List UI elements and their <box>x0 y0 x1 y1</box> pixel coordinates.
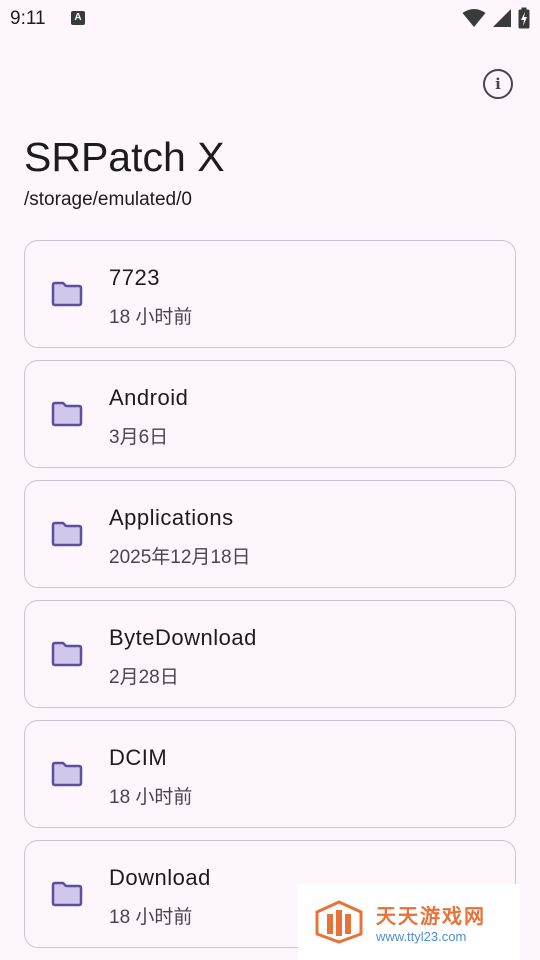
folder-icon <box>51 521 83 547</box>
watermark-title: 天天游戏网 <box>376 906 486 928</box>
file-name: 7723 <box>109 265 160 290</box>
file-name: Android <box>109 385 189 410</box>
wifi-icon <box>462 9 486 27</box>
folder-icon <box>51 881 83 907</box>
status-bar: 9:11 A <box>0 0 540 36</box>
status-icons <box>462 7 530 29</box>
folder-icon <box>51 641 83 667</box>
current-path: /storage/emulated/0 <box>24 189 192 210</box>
app-title: SRPatch X <box>24 134 225 180</box>
file-date: 18 小时前 <box>109 787 193 808</box>
file-date: 18 小时前 <box>109 907 193 928</box>
watermark-text: 天天游戏网 www.ttyl23.com <box>376 900 486 944</box>
file-name: Download <box>109 865 211 890</box>
status-time: 9:11 <box>10 8 46 29</box>
file-date: 18 小时前 <box>109 307 193 328</box>
folder-item-dcim[interactable]: DCIM 18 小时前 <box>24 720 516 828</box>
info-icon: i <box>495 75 501 93</box>
file-list: 7723 18 小时前 Android 3月6日 Applications 20… <box>24 240 516 960</box>
file-date: 2025年12月18日 <box>109 547 251 568</box>
watermark-logo-icon <box>315 900 363 944</box>
file-date: 3月6日 <box>109 427 169 448</box>
folder-icon <box>51 761 83 787</box>
folder-icon <box>51 401 83 427</box>
file-name: DCIM <box>109 745 168 770</box>
file-date: 2月28日 <box>109 667 179 688</box>
notification-a-icon: A <box>71 11 85 25</box>
folder-item-applications[interactable]: Applications 2025年12月18日 <box>24 480 516 588</box>
battery-charging-icon <box>518 7 530 29</box>
file-name: ByteDownload <box>109 625 257 650</box>
info-button[interactable]: i <box>483 69 513 99</box>
watermark-url: www.ttyl23.com <box>376 929 467 944</box>
watermark: 天天游戏网 www.ttyl23.com <box>298 884 520 960</box>
folder-item-7723[interactable]: 7723 18 小时前 <box>24 240 516 348</box>
folder-item-bytedownload[interactable]: ByteDownload 2月28日 <box>24 600 516 708</box>
signal-icon <box>493 9 511 27</box>
folder-item-android[interactable]: Android 3月6日 <box>24 360 516 468</box>
file-name: Applications <box>109 505 234 530</box>
folder-icon <box>51 281 83 307</box>
